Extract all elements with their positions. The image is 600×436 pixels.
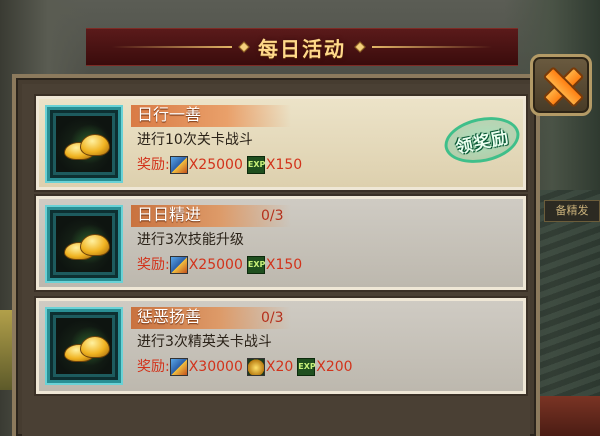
gold-ingot-icon <box>64 134 112 164</box>
ingot-icon <box>246 358 265 376</box>
task-card-daily-progress[interactable]: 日日精进 0/3 进行3次技能升级 奖励: X25000 EXP X150 <box>36 196 526 290</box>
gold-ingot-icon <box>64 234 112 264</box>
background-sign: 备精发 <box>544 200 600 222</box>
reward-amount: X20 <box>265 359 294 375</box>
title-banner: 每日活动 <box>86 28 518 66</box>
exp-icon: EXP <box>297 358 316 376</box>
exp-icon: EXP <box>246 156 265 174</box>
task-progress: 0/3 <box>261 310 284 326</box>
title-ornament-right <box>372 46 492 48</box>
reward-amount: X150 <box>265 257 303 273</box>
reward-label: 奖励: <box>137 257 170 273</box>
task-progress: 0/3 <box>261 208 284 224</box>
task-title: 日日精进 <box>137 205 202 224</box>
reward-label: 奖励: <box>137 359 170 375</box>
task-reward: 奖励: X25000 EXP X150 <box>137 156 306 174</box>
task-title: 惩恶扬善 <box>137 307 202 326</box>
reward-amount: X200 <box>316 359 353 375</box>
gold-ingot-icon <box>64 336 112 366</box>
task-icon-frame <box>47 207 121 281</box>
task-description: 进行10次关卡战斗 <box>137 132 253 148</box>
coin-icon <box>169 156 188 174</box>
task-description: 进行3次精英关卡战斗 <box>137 334 272 350</box>
task-icon-frame <box>47 309 121 383</box>
task-reward: 奖励: X25000 EXP X150 <box>137 256 306 274</box>
diamond-icon <box>238 41 250 53</box>
close-button[interactable] <box>530 54 592 116</box>
exp-icon: EXP <box>246 256 265 274</box>
reward-amount: X25000 <box>188 257 243 273</box>
task-card-punish-evil[interactable]: 惩恶扬善 0/3 进行3次精英关卡战斗 奖励: X30000 X20 EXP X… <box>36 298 526 394</box>
task-description: 进行3次技能升级 <box>137 232 244 248</box>
task-reward: 奖励: X30000 X20 EXP X200 <box>137 358 357 376</box>
task-icon-frame <box>47 107 121 181</box>
coin-icon <box>169 358 188 376</box>
coin-icon <box>169 256 188 274</box>
page-title: 每日活动 <box>258 36 346 61</box>
reward-amount: X30000 <box>188 359 243 375</box>
reward-label: 奖励: <box>137 157 170 173</box>
background-building <box>540 396 600 436</box>
task-title: 日行一善 <box>137 105 202 124</box>
diamond-icon <box>354 41 366 53</box>
close-x-icon <box>541 65 581 105</box>
title-ornament-left <box>112 46 232 48</box>
reward-amount: X25000 <box>188 157 243 173</box>
reward-amount: X150 <box>265 157 303 173</box>
